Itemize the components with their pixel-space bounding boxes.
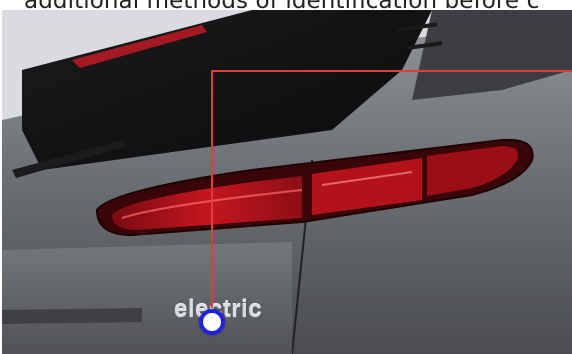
callout-line-vertical [211,70,213,308]
car-rear-photo [2,10,572,354]
figure-page: additional methods of identification bef… [0,0,572,354]
hotspot-marker[interactable] [199,309,225,335]
car-illustration [2,10,572,354]
lower-trim [2,308,142,324]
callout-line-horizontal [211,70,572,72]
